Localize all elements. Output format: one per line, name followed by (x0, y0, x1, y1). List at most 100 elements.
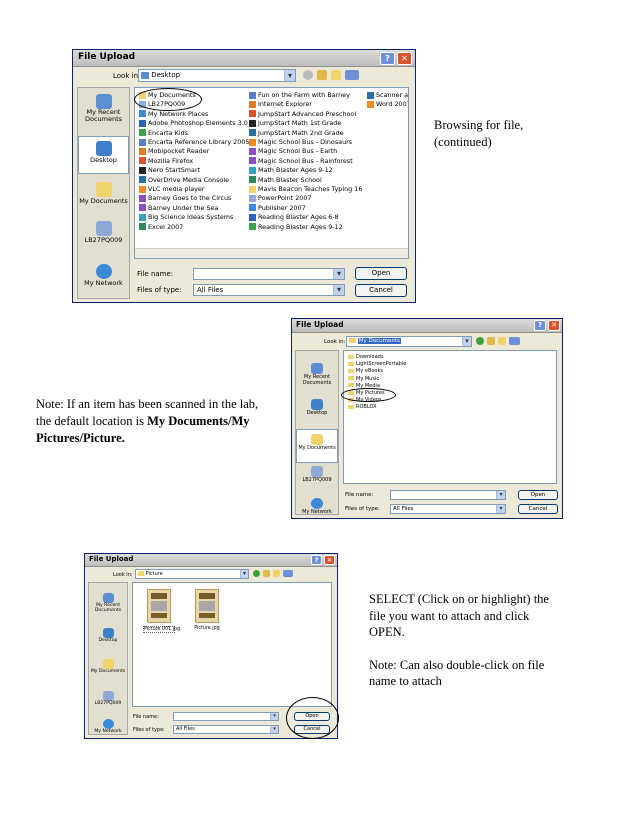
place-my-network[interactable]: My Network (78, 264, 129, 287)
shortcut-icon (249, 213, 256, 221)
list-item[interactable]: Internet Explorer (249, 100, 312, 108)
look-in-select[interactable]: Desktop ▾ (138, 69, 296, 82)
place-computer[interactable]: LB27PQ009 (89, 691, 127, 706)
folder-list-item[interactable]: My eBooks (348, 368, 383, 374)
folder-list-item[interactable]: Downloads (348, 354, 383, 360)
list-item-label: JumpStart Math 1st Grade (258, 119, 342, 128)
back-icon[interactable] (253, 570, 260, 577)
place-my-recent-documents[interactable]: My Recent Documents (296, 363, 338, 386)
back-icon[interactable] (303, 70, 313, 80)
look-in-select[interactable]: My Documents ▾ (346, 336, 472, 347)
help-button[interactable]: ? (311, 555, 322, 565)
place-my-recent-documents[interactable]: My Recent Documents (89, 593, 127, 613)
new-folder-icon[interactable] (498, 337, 506, 345)
folder-list-item[interactable]: ROBLOX (348, 404, 377, 410)
cancel-button[interactable]: Cancel (518, 504, 558, 514)
place-my-network[interactable]: My Network (89, 719, 127, 734)
list-item[interactable]: PowerPoint 2007 (249, 194, 311, 202)
list-item[interactable]: Math Blaster School (249, 176, 322, 184)
list-item[interactable]: VLC media player (139, 185, 204, 193)
new-folder-icon[interactable] (273, 570, 280, 577)
close-button[interactable]: ✕ (324, 555, 335, 565)
help-button[interactable]: ? (380, 52, 395, 65)
list-item[interactable]: Mozilla Firefox (139, 157, 193, 165)
place-desktop[interactable]: Desktop (89, 628, 127, 643)
list-item[interactable]: Scanner and (367, 91, 408, 99)
list-item[interactable]: Barney Under the Sea (139, 204, 218, 212)
up-folder-icon[interactable] (317, 70, 327, 80)
chevron-down-icon[interactable]: ▾ (333, 269, 344, 279)
list-item[interactable]: Fun on the Farm with Barney (249, 91, 350, 99)
chevron-down-icon[interactable]: ▾ (333, 285, 344, 295)
list-item[interactable]: Math Blaster Ages 9-12 (249, 166, 333, 174)
list-item[interactable]: My Network Places (139, 110, 208, 118)
shortcut-icon (367, 91, 374, 99)
place-my-network[interactable]: My Network (296, 498, 338, 515)
list-item[interactable]: Big Science Ideas Systems (139, 213, 233, 221)
chevron-down-icon[interactable]: ▾ (270, 713, 278, 720)
chevron-down-icon[interactable]: ▾ (496, 491, 505, 499)
list-item[interactable]: Magic School Bus - Dinosaurs (249, 138, 352, 146)
list-item[interactable]: Magic School Bus - Earth (249, 147, 337, 155)
list-item[interactable]: Reading Blaster Ages 9-12 (249, 223, 343, 231)
list-item[interactable]: Reading Blaster Ages 6-8 (249, 213, 339, 221)
list-item[interactable]: OverDrive Media Console (139, 176, 229, 184)
place-my-documents[interactable]: My Documents (296, 429, 338, 463)
up-folder-icon[interactable] (263, 570, 270, 577)
place-my-documents[interactable]: My Documents (89, 659, 127, 674)
list-item[interactable]: Word 2007 (367, 100, 408, 108)
chevron-down-icon[interactable]: ▾ (496, 505, 505, 513)
folder-icon (348, 368, 354, 373)
file-name-input[interactable]: ▾ (193, 268, 345, 280)
list-item[interactable]: Mobipocket Reader (139, 147, 209, 155)
list-item[interactable]: JumpStart Math 1st Grade (249, 119, 341, 127)
new-folder-icon[interactable] (331, 70, 341, 80)
chevron-down-icon[interactable]: ▾ (270, 726, 278, 733)
list-item[interactable]: Encarta Reference Library 2005 (139, 138, 249, 146)
file-name-input[interactable]: ▾ (390, 490, 506, 500)
place-my-recent-documents[interactable]: My Recent Documents (78, 94, 129, 123)
list-item[interactable]: Adobe Photoshop Elements 3.0 (139, 119, 248, 127)
close-button[interactable]: ✕ (548, 320, 560, 331)
help-button[interactable]: ? (534, 320, 546, 331)
list-item[interactable]: Encarta Kids (139, 129, 188, 137)
up-folder-icon[interactable] (487, 337, 495, 345)
image-thumbnail (147, 589, 171, 623)
open-button[interactable]: Open (518, 490, 558, 500)
file-name-input[interactable]: ▾ (173, 712, 279, 721)
view-menu-icon[interactable] (345, 70, 359, 80)
files-of-type-select[interactable]: All Files ▾ (173, 725, 279, 734)
files-of-type-select[interactable]: All Files ▾ (193, 284, 345, 296)
view-menu-icon[interactable] (509, 337, 520, 345)
view-menu-icon[interactable] (283, 570, 293, 577)
chevron-down-icon[interactable]: ▾ (240, 570, 248, 578)
folder-list-item[interactable]: My Music (348, 376, 379, 382)
list-item[interactable]: Mavis Beacon Teaches Typing 16 (249, 185, 362, 193)
files-of-type-select[interactable]: All Files ▾ (390, 504, 506, 514)
cancel-button[interactable]: Cancel (355, 284, 407, 297)
shortcut-icon (249, 166, 256, 174)
look-in-select[interactable]: Picture ▾ (135, 569, 249, 579)
place-computer[interactable]: LB27PQ009 (78, 221, 129, 244)
place-desktop[interactable]: Desktop (296, 399, 338, 416)
close-button[interactable]: ✕ (397, 52, 412, 65)
thumbnail-item[interactable]: Picture 001.jpg (143, 589, 180, 633)
back-icon[interactable] (476, 337, 484, 345)
folder-list-item[interactable]: LightScreenPortable (348, 361, 406, 367)
list-item[interactable]: Publisher 2007 (249, 204, 306, 212)
chevron-down-icon[interactable]: ▾ (462, 337, 471, 346)
list-item[interactable]: Magic School Bus - Rainforest (249, 157, 353, 165)
place-my-documents[interactable]: My Documents (78, 182, 129, 205)
chevron-down-icon[interactable]: ▾ (284, 70, 295, 81)
list-item[interactable]: JumpStart Advanced Preschool (249, 110, 356, 118)
list-item[interactable]: Nero StartSmart (139, 166, 200, 174)
list-item[interactable]: Excel 2007 (139, 223, 183, 231)
list-item[interactable]: Barney Goes to the Circus (139, 194, 231, 202)
place-desktop[interactable]: Desktop (78, 136, 129, 174)
horizontal-scrollbar[interactable] (135, 248, 408, 258)
list-item[interactable]: JumpStart Math 2nd Grade (249, 129, 344, 137)
place-computer[interactable]: LB27PQ009 (296, 466, 338, 483)
thumbnail-item[interactable]: Picture.jpg (191, 589, 223, 631)
list-item-label: Math Blaster Ages 9-12 (258, 166, 333, 175)
open-button[interactable]: Open (355, 267, 407, 280)
